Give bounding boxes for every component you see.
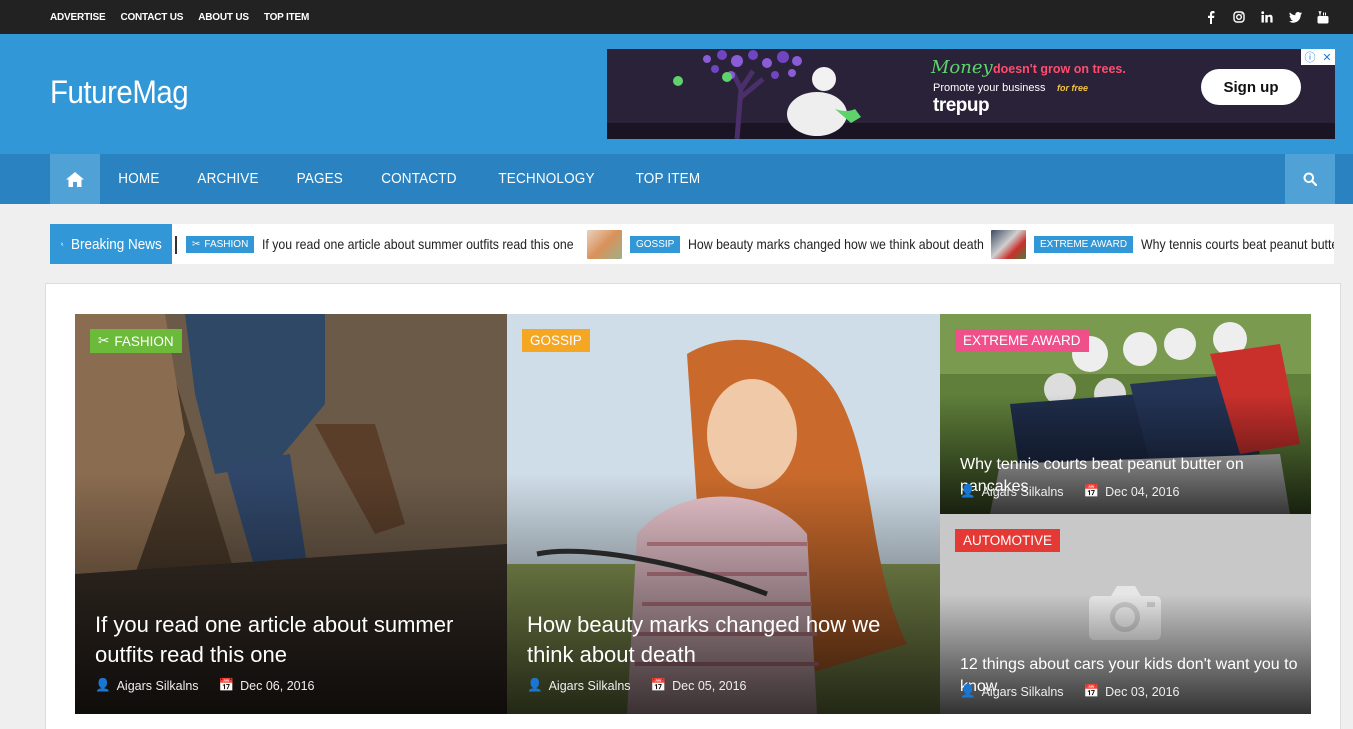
scissors-icon: ✂ bbox=[192, 238, 201, 250]
nav-item-archive[interactable]: ARCHIVE bbox=[183, 154, 273, 204]
card-author[interactable]: Aigars Silkalns bbox=[117, 679, 199, 693]
card-meta: 👤 Aigars Silkalns 📅 Dec 04, 2016 bbox=[960, 484, 1180, 499]
nav-item-contactd[interactable]: CONTACTD bbox=[367, 154, 471, 204]
youtube-icon[interactable] bbox=[1315, 9, 1331, 25]
nav-items: HOME ARCHIVE PAGES CONTACTD TECHNOLOGY T… bbox=[100, 154, 720, 204]
user-icon: 👤 bbox=[95, 678, 111, 692]
top-link-contact-us[interactable]: CONTACT US bbox=[120, 12, 183, 23]
nav-search-button[interactable] bbox=[1285, 154, 1335, 204]
card-category-badge[interactable]: AUTOMOTIVE bbox=[955, 529, 1061, 552]
header-ad-banner[interactable]: Money doesn't grow on trees. Promote you… bbox=[607, 49, 1335, 139]
top-link-advertise[interactable]: ADVERTISE bbox=[50, 12, 106, 23]
ticker-thumbnail[interactable] bbox=[991, 229, 1026, 259]
ticker-title[interactable]: How beauty marks changed how we think ab… bbox=[688, 236, 984, 252]
card-date: Dec 04, 2016 bbox=[1105, 484, 1180, 499]
card-date: Dec 03, 2016 bbox=[1105, 684, 1180, 699]
featured-posts-box: ✂ FASHION If you read one article about … bbox=[45, 283, 1341, 729]
facebook-icon[interactable] bbox=[1203, 9, 1219, 25]
ticker-item[interactable]: EXTREME AWARD Why tennis courts beat pea… bbox=[991, 224, 1334, 264]
bolt-icon bbox=[60, 241, 64, 246]
ad-tagline: doesn't grow on trees. bbox=[993, 62, 1126, 76]
card-meta: 👤 Aigars Silkalns 📅 Dec 05, 2016 bbox=[527, 678, 747, 693]
ticker-category-badge[interactable]: GOSSIP bbox=[630, 235, 681, 253]
user-icon: 👤 bbox=[960, 484, 976, 498]
card-date: Dec 05, 2016 bbox=[672, 678, 747, 693]
card-category-badge[interactable]: EXTREME AWARD bbox=[955, 329, 1089, 352]
calendar-icon: 📅 bbox=[1083, 684, 1100, 698]
nav-item-top-item[interactable]: TOP ITEM bbox=[622, 154, 716, 204]
ad-tree-illustration bbox=[673, 50, 861, 139]
ad-money-text: Money bbox=[931, 57, 993, 78]
ad-choices[interactable]: ⓘ ✕ bbox=[1301, 49, 1335, 65]
site-logo[interactable]: FutureMag bbox=[50, 74, 189, 111]
nav-item-home[interactable]: HOME bbox=[104, 154, 174, 204]
close-icon[interactable]: ✕ bbox=[1322, 51, 1331, 64]
card-author[interactable]: Aigars Silkalns bbox=[982, 685, 1064, 699]
top-bar: ADVERTISE CONTACT US ABOUT US TOP ITEM bbox=[0, 0, 1353, 34]
calendar-icon: 📅 bbox=[650, 678, 667, 692]
ad-for-free: for free bbox=[1057, 83, 1089, 93]
featured-card[interactable]: AUTOMOTIVE 12 things about cars your kid… bbox=[940, 514, 1311, 714]
adchoices-icon[interactable]: ⓘ bbox=[1304, 49, 1315, 65]
search-icon bbox=[1303, 172, 1317, 186]
top-link-about-us[interactable]: ABOUT US bbox=[198, 12, 249, 23]
site-header: FutureMag Money doesn't grow on trees. P… bbox=[0, 34, 1353, 154]
top-link-top-item[interactable]: TOP ITEM bbox=[264, 12, 309, 23]
breaking-news-ticker: Breaking News ✂ FASHION If you read one … bbox=[50, 224, 1334, 264]
card-meta: 👤 Aigars Silkalns 📅 Dec 06, 2016 bbox=[95, 678, 315, 693]
card-date: Dec 06, 2016 bbox=[240, 678, 315, 693]
card-category-badge[interactable]: GOSSIP bbox=[522, 329, 590, 352]
card-author[interactable]: Aigars Silkalns bbox=[549, 679, 631, 693]
ticker-thumbnail[interactable] bbox=[587, 229, 622, 259]
featured-card[interactable]: EXTREME AWARD Why tennis courts beat pea… bbox=[940, 314, 1311, 514]
nav-home-button[interactable] bbox=[50, 154, 100, 204]
ad-brand: trepup bbox=[933, 95, 990, 116]
breaking-news-label: Breaking News bbox=[50, 224, 172, 264]
social-links bbox=[1203, 0, 1331, 34]
top-links: ADVERTISE CONTACT US ABOUT US TOP ITEM bbox=[50, 0, 309, 34]
ticker-title[interactable]: Why tennis courts beat peanut butter bbox=[1141, 236, 1334, 252]
scissors-icon: ✂ bbox=[98, 333, 110, 348]
ticker-title[interactable]: If you read one article about summer out… bbox=[262, 236, 574, 252]
card-title[interactable]: If you read one article about summer out… bbox=[95, 610, 495, 670]
user-icon: 👤 bbox=[527, 678, 543, 692]
home-icon bbox=[66, 171, 84, 187]
card-category-badge[interactable]: ✂ FASHION bbox=[90, 329, 182, 353]
ticker-category-badge[interactable]: ✂ FASHION bbox=[186, 235, 255, 253]
featured-card[interactable]: ✂ FASHION If you read one article about … bbox=[75, 314, 507, 714]
ticker-category-badge[interactable]: EXTREME AWARD bbox=[1034, 235, 1134, 253]
linkedin-icon[interactable] bbox=[1259, 9, 1275, 25]
card-title[interactable]: How beauty marks changed how we think ab… bbox=[527, 610, 927, 670]
main-nav: HOME ARCHIVE PAGES CONTACTD TECHNOLOGY T… bbox=[0, 154, 1353, 204]
card-meta: 👤 Aigars Silkalns 📅 Dec 03, 2016 bbox=[960, 684, 1180, 699]
ticker-item[interactable]: ✂ FASHION If you read one article about … bbox=[186, 224, 616, 264]
ticker-item[interactable]: GOSSIP How beauty marks changed how we t… bbox=[587, 224, 1025, 264]
ticker-divider bbox=[175, 236, 177, 254]
instagram-icon[interactable] bbox=[1231, 9, 1247, 25]
ad-signup-button[interactable]: Sign up bbox=[1201, 69, 1301, 105]
calendar-icon: 📅 bbox=[218, 678, 235, 692]
calendar-icon: 📅 bbox=[1083, 484, 1100, 498]
nav-item-technology[interactable]: TECHNOLOGY bbox=[484, 154, 609, 204]
nav-item-pages[interactable]: PAGES bbox=[282, 154, 357, 204]
card-author[interactable]: Aigars Silkalns bbox=[982, 485, 1064, 499]
featured-card[interactable]: GOSSIP How beauty marks changed how we t… bbox=[507, 314, 940, 714]
ad-promo: Promote your business bbox=[933, 82, 1046, 94]
twitter-icon[interactable] bbox=[1287, 9, 1303, 25]
user-icon: 👤 bbox=[960, 684, 976, 698]
